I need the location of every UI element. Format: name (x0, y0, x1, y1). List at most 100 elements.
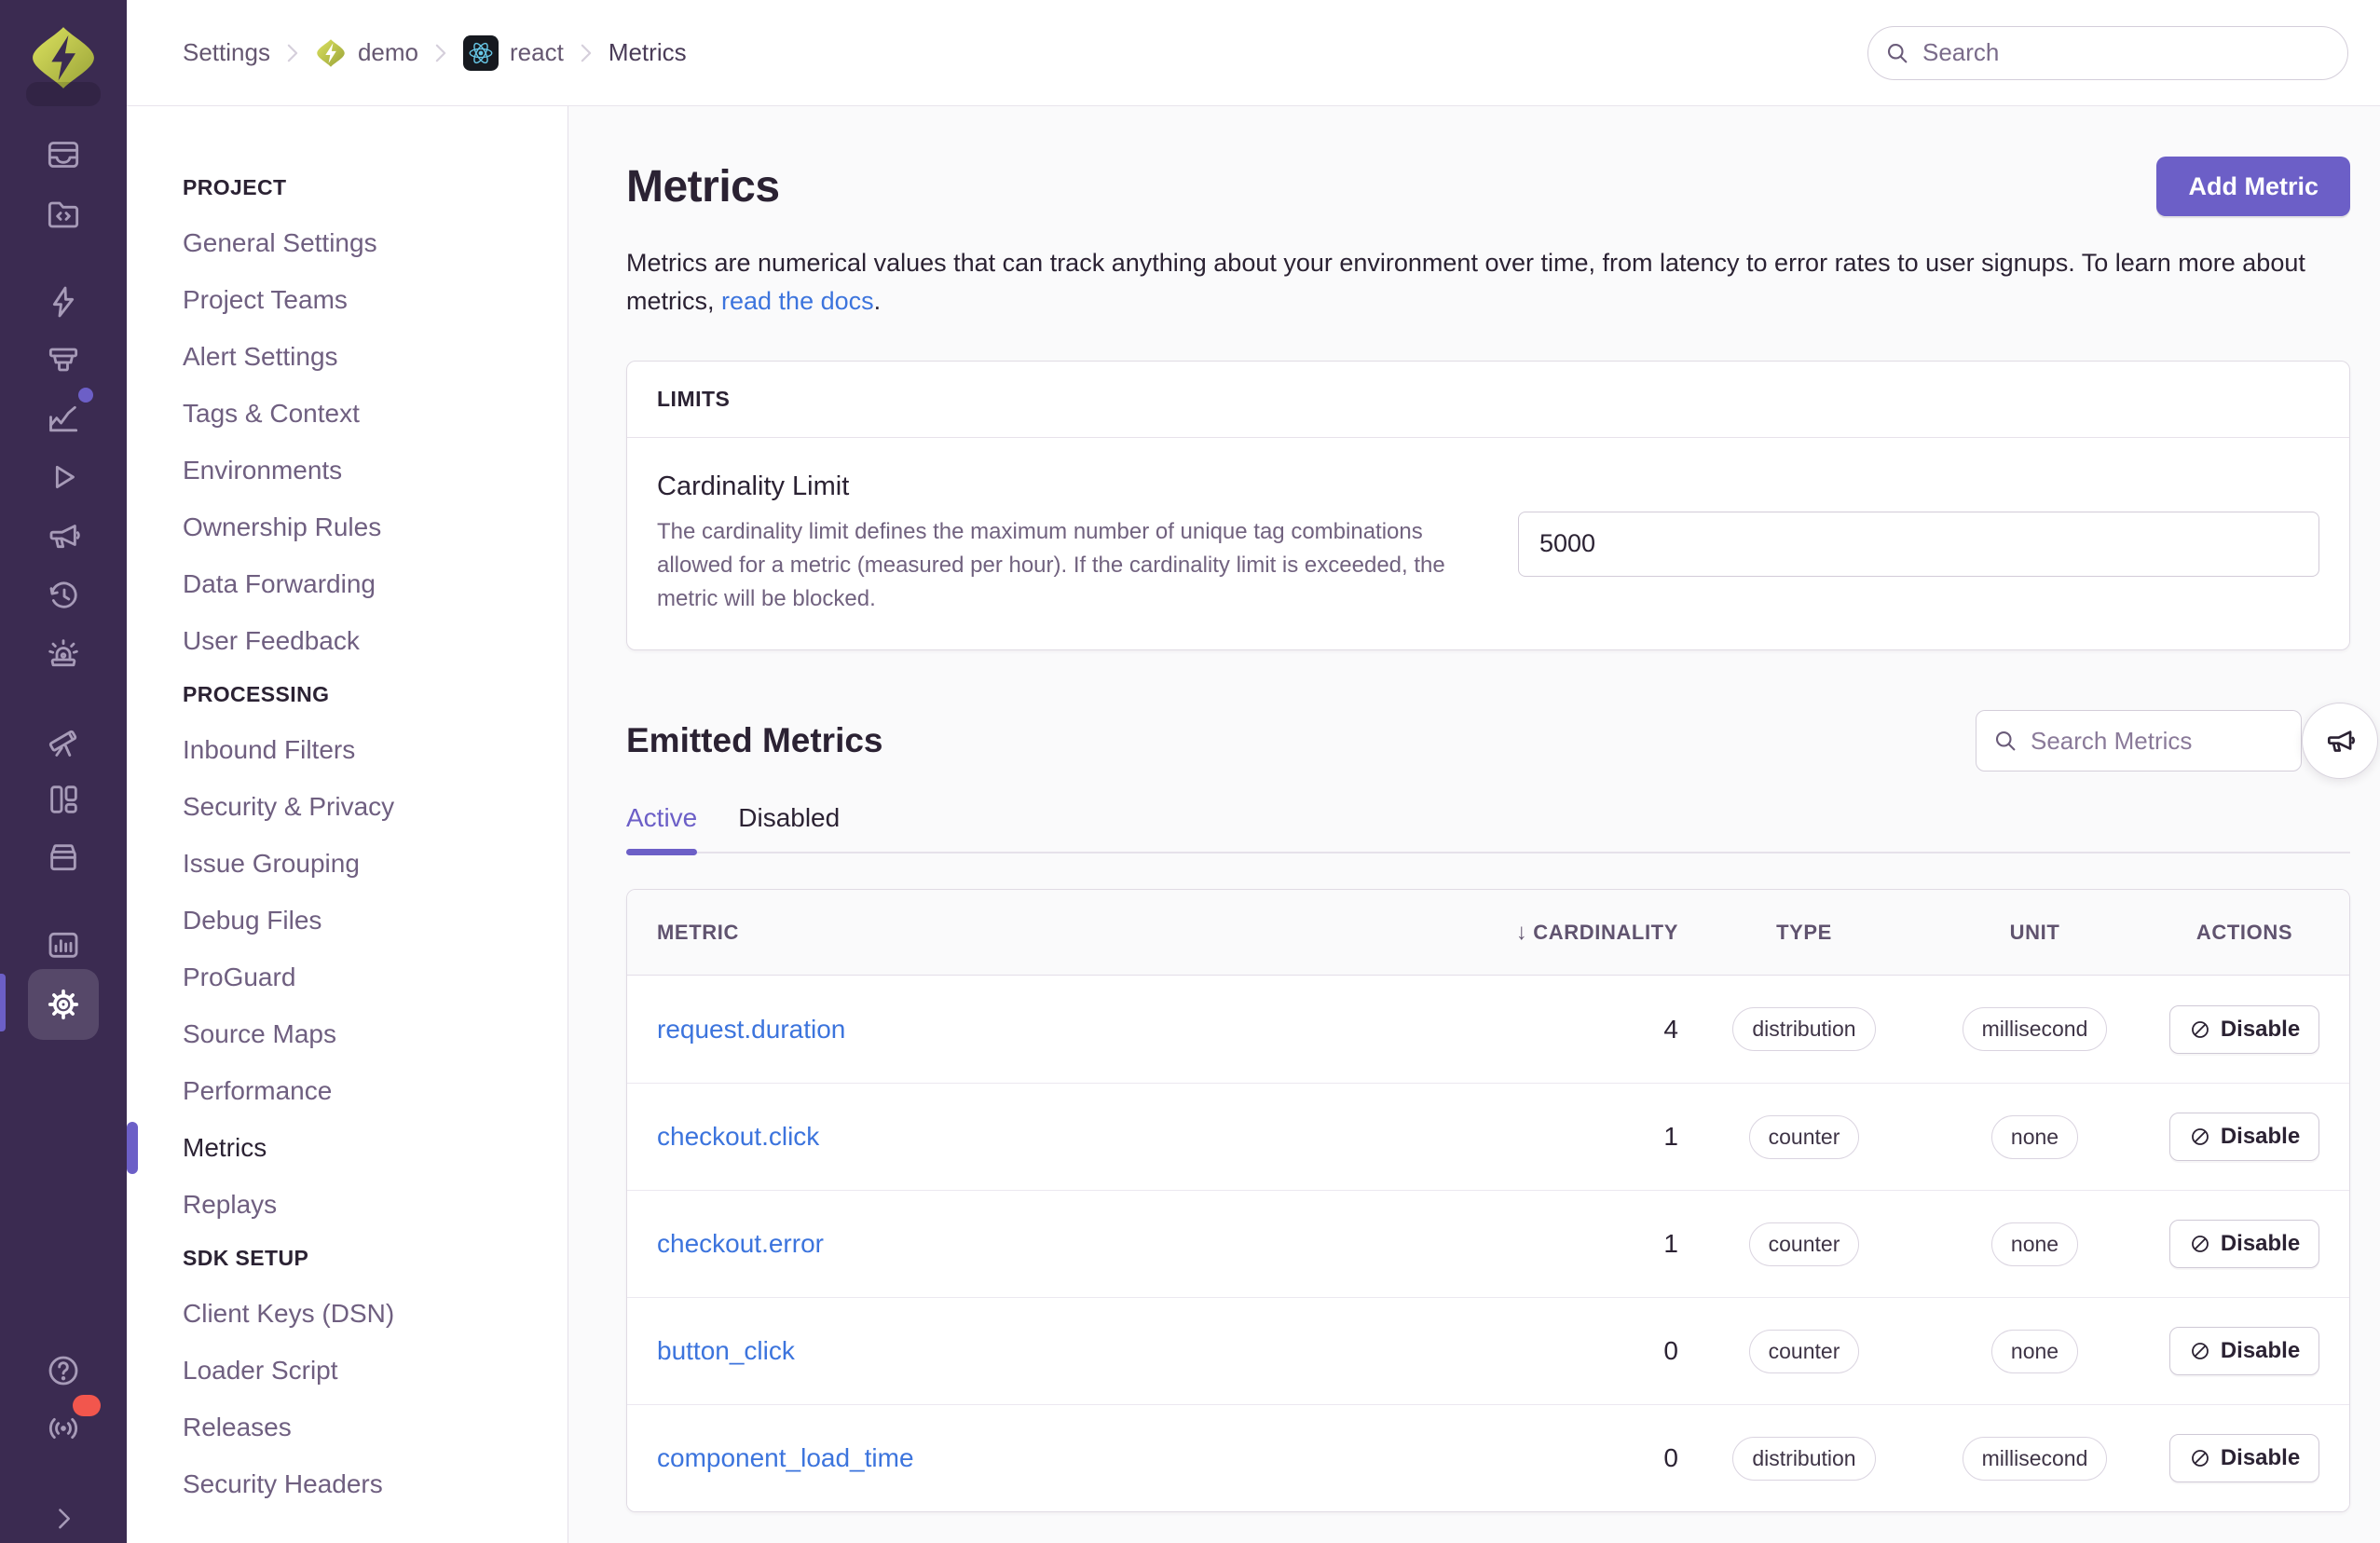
page-title: Metrics (626, 161, 780, 212)
slashed-circle-icon (2191, 1343, 2209, 1359)
cardinality-value: 1 (1663, 1229, 1678, 1258)
line-chart-icon (49, 405, 78, 432)
tab-disabled[interactable]: Disabled (738, 803, 840, 852)
sidebar-item-alert-settings[interactable]: Alert Settings (183, 341, 568, 373)
rail-item-dashboards[interactable] (37, 773, 89, 826)
tab-active[interactable]: Active (626, 803, 698, 855)
global-search-input[interactable] (1867, 25, 2348, 80)
sidebar-item-inbound-filters[interactable]: Inbound Filters (183, 734, 568, 766)
sidebar-section-title: PROJECT (183, 175, 287, 199)
metric-search-input[interactable] (1976, 710, 2302, 772)
sidebar-section-title: SDK SETUP (183, 1246, 309, 1270)
breadcrumb-current-page: Metrics (608, 38, 687, 66)
emitted-metrics-tabs: Active Disabled (626, 803, 2350, 855)
sidebar-item-project-teams[interactable]: Project Teams (183, 284, 568, 316)
sidebar-section-project: PROJECT General Settings Project Teams Aler… (183, 175, 568, 657)
sidebar-item-environments[interactable]: Environments (183, 455, 568, 486)
column-header-type[interactable]: TYPE (1678, 921, 1930, 945)
rail-item-issues[interactable] (37, 129, 89, 181)
global-search (1867, 25, 2348, 80)
disable-button[interactable]: Disable (2168, 1004, 2320, 1054)
sidebar-item-replays[interactable]: Replays (183, 1189, 568, 1221)
sidebar-item-general-settings[interactable]: General Settings (183, 227, 568, 259)
insights-notification-badge (78, 388, 93, 403)
read-the-docs-link[interactable]: read the docs (721, 287, 874, 315)
metric-name-link[interactable]: component_load_time (627, 1443, 914, 1472)
cardinality-value: 1 (1663, 1122, 1678, 1151)
rail-item-projects[interactable] (37, 188, 89, 240)
feedback-fab-button[interactable] (2302, 703, 2378, 779)
metrics-table: METRIC ↓ CARDINALITY TYPE UNIT ACTIONS re… (626, 889, 2350, 1512)
sidebar-item-performance[interactable]: Performance (183, 1075, 568, 1107)
issues-icon (48, 142, 79, 168)
sidebar-item-client-keys-dsn[interactable]: Client Keys (DSN) (183, 1298, 568, 1330)
main-content: Metrics Add Metric Metrics are numerical… (568, 106, 2380, 1543)
rail-item-alerts[interactable] (37, 628, 89, 680)
column-header-cardinality[interactable]: ↓ CARDINALITY (1478, 920, 1678, 946)
rail-item-help[interactable] (37, 1345, 89, 1397)
sidebar-item-debug-files[interactable]: Debug Files (183, 905, 568, 936)
add-metric-button[interactable]: Add Metric (2156, 157, 2350, 216)
disable-button[interactable]: Disable (2168, 1113, 2320, 1161)
breadcrumb-org-demo[interactable]: demo (315, 37, 418, 69)
sidebar-item-issue-grouping[interactable]: Issue Grouping (183, 848, 568, 880)
primary-rail (0, 0, 127, 1543)
chevron-right-icon (59, 1509, 70, 1529)
disable-button[interactable]: Disable (2168, 1220, 2320, 1268)
sidebar-item-security-headers[interactable]: Security Headers (183, 1468, 568, 1500)
type-badge: counter (1748, 1329, 1860, 1373)
metric-name-link[interactable]: checkout.click (627, 1122, 819, 1151)
cardinality-value: 0 (1663, 1336, 1678, 1365)
broadcast-icon (48, 1417, 78, 1440)
rail-item-performance[interactable] (37, 276, 89, 328)
rail-item-explore[interactable] (37, 335, 89, 388)
rail-item-feedback[interactable] (37, 510, 89, 562)
rail-item-stats[interactable] (37, 919, 89, 971)
breadcrumb-project-react[interactable]: react (463, 34, 564, 71)
sidebar-item-data-forwarding[interactable]: Data Forwarding (183, 568, 568, 600)
metric-name-link[interactable]: button_click (627, 1336, 795, 1365)
sidebar-item-security-privacy[interactable]: Security & Privacy (183, 791, 568, 823)
sidebar-item-loader-script[interactable]: Loader Script (183, 1355, 568, 1386)
table-row: request.duration 4 distribution millisec… (627, 976, 2349, 1083)
search-icon (1992, 728, 2018, 758)
rail-item-whats-new[interactable] (37, 1395, 101, 1454)
breadcrumb-settings[interactable]: Settings (183, 38, 270, 67)
rail-item-insights[interactable] (37, 388, 93, 444)
siren-icon (48, 639, 78, 667)
sidebar-item-user-feedback[interactable]: User Feedback (183, 625, 568, 657)
logo-tray (26, 82, 101, 106)
breadcrumb-separator-icon (579, 43, 594, 63)
column-header-unit[interactable]: UNIT (1930, 921, 2140, 945)
emitted-metrics-title: Emitted Metrics (626, 721, 883, 759)
sidebar-item-proguard[interactable]: ProGuard (183, 962, 568, 993)
breadcrumb-separator-icon (285, 43, 300, 63)
sidebar-item-metrics[interactable]: Metrics (127, 1122, 568, 1174)
metric-name-link[interactable]: checkout.error (627, 1229, 824, 1258)
cardinality-limit-help: The cardinality limit defines the maximu… (657, 519, 1445, 611)
sidebar-item-releases[interactable]: Releases (183, 1412, 568, 1443)
rail-collapse-button[interactable] (37, 1492, 89, 1543)
sidebar-item-source-maps[interactable]: Source Maps (183, 1018, 568, 1050)
slashed-circle-icon (2191, 1020, 2209, 1038)
sidebar-section-title: PROCESSING (183, 682, 330, 706)
sidebar-item-tags-context[interactable]: Tags & Context (183, 398, 568, 430)
sidebar-section-sdk-setup: SDK SETUP Client Keys (DSN) Loader Script R… (183, 1246, 568, 1500)
table-row: checkout.error 1 counter none Disable (627, 1190, 2349, 1297)
rail-item-settings[interactable] (28, 969, 99, 1040)
cardinality-limit-input[interactable] (1518, 511, 2319, 577)
slashed-circle-icon (2191, 1450, 2209, 1467)
column-header-actions: ACTIONS (2195, 920, 2293, 944)
type-badge: distribution (1732, 1007, 1876, 1051)
column-header-metric[interactable]: METRIC (627, 921, 1478, 945)
rail-active-indicator (0, 974, 6, 1031)
rail-item-releases[interactable] (37, 831, 89, 883)
disable-button[interactable]: Disable (2168, 1327, 2320, 1375)
rail-item-discover[interactable] (37, 715, 89, 767)
sidebar-item-ownership-rules[interactable]: Ownership Rules (183, 512, 568, 543)
metric-name-link[interactable]: request.duration (627, 1015, 845, 1044)
rail-item-replays[interactable] (37, 451, 89, 503)
disable-button[interactable]: Disable (2168, 1434, 2320, 1482)
sort-descending-icon: ↓ (1515, 919, 1528, 945)
rail-item-crons[interactable] (37, 569, 89, 621)
